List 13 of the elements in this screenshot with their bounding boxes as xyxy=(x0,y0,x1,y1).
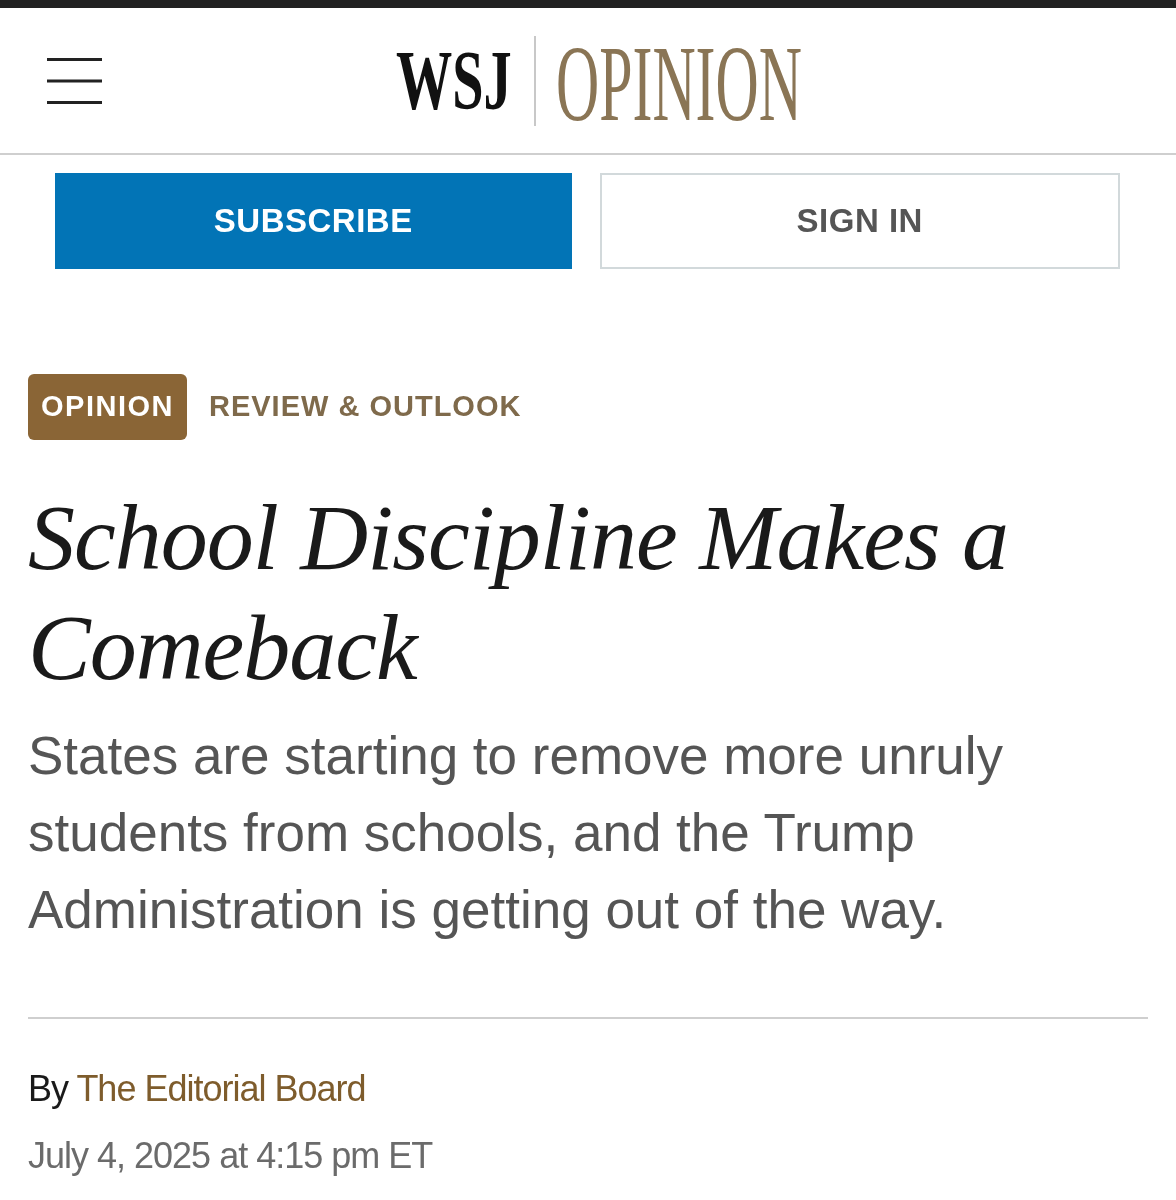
byline: By The Editorial Board xyxy=(28,1067,367,1111)
section-tag[interactable]: OPINION xyxy=(28,374,187,440)
article-headline: School Discipline Makes a Comeback xyxy=(28,484,1010,701)
author-link[interactable]: The Editorial Board xyxy=(76,1068,366,1109)
section-wordmark[interactable]: OPINION xyxy=(556,29,802,138)
column-link[interactable]: REVIEW & OUTLOOK xyxy=(208,385,522,429)
menu-button[interactable] xyxy=(45,57,104,104)
logo-wordmark[interactable]: WSJ xyxy=(396,38,512,123)
publish-date: July 4, 2025 at 4:15 pm ET xyxy=(28,1134,434,1178)
subscribe-button[interactable]: SUBSCRIBE xyxy=(55,173,572,269)
article-summary: States are starting to remove more unruly students from schools, and the Trump Administration is getting out of the way. xyxy=(28,725,1005,941)
menu-icon xyxy=(45,57,104,104)
sign-in-button[interactable]: SIGN IN xyxy=(599,173,1120,269)
